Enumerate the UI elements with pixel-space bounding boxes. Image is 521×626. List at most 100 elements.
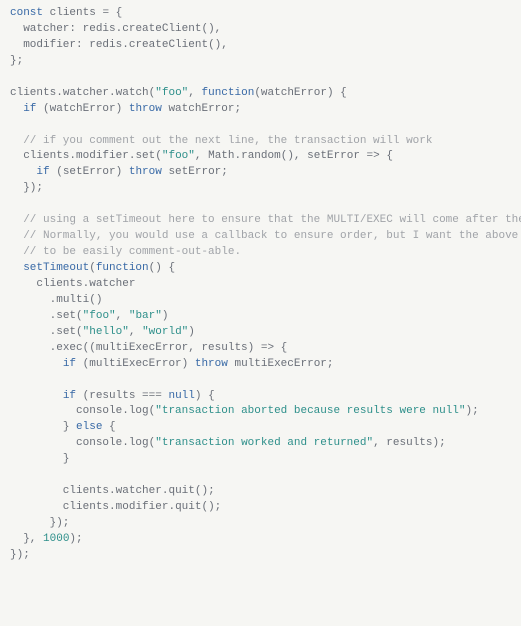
code-token: watcher <box>63 87 109 99</box>
code-token: // if you comment out the next line, the… <box>23 135 432 147</box>
code-token: console <box>10 405 122 417</box>
code-token: throw <box>195 358 228 370</box>
code-token: clients <box>10 150 69 162</box>
code-token <box>10 326 50 338</box>
code-token: clients <box>10 87 56 99</box>
code-token: }); <box>23 182 43 194</box>
code-token <box>10 214 23 226</box>
code-token: results <box>89 390 142 402</box>
code-token <box>10 103 23 115</box>
code-token: Math <box>208 150 234 162</box>
code-token <box>10 246 23 258</box>
code-token: ; <box>234 103 241 115</box>
code-token: ); <box>69 533 82 545</box>
code-token: createClient <box>122 23 201 35</box>
code-token: null <box>168 390 194 402</box>
code-token: setError <box>307 150 360 162</box>
code-token: clients <box>10 485 109 497</box>
code-token: "transaction worked and returned" <box>155 437 373 449</box>
code-token: , <box>373 437 386 449</box>
code-token: const <box>10 7 43 19</box>
code-token: watchError <box>50 103 116 115</box>
code-token: . <box>109 501 116 513</box>
code-token: ; <box>221 166 228 178</box>
code-token: "foo" <box>162 150 195 162</box>
code-token: if <box>63 358 76 370</box>
code-token: watcher <box>116 485 162 497</box>
code-token: log <box>129 405 149 417</box>
code-token: ) { <box>327 87 347 99</box>
code-token <box>76 358 83 370</box>
code-token <box>10 358 63 370</box>
code-token: ); <box>466 405 479 417</box>
code-token: }); <box>50 517 70 529</box>
code-token <box>10 262 23 274</box>
code-token: ) <box>116 166 129 178</box>
code-token: }; <box>10 55 23 67</box>
code-token: watchError <box>261 87 327 99</box>
code-token: ( <box>89 262 96 274</box>
code-token: , <box>188 87 201 99</box>
code-token: createClient <box>129 39 208 51</box>
code-token <box>10 310 50 322</box>
code-token: { <box>116 7 123 19</box>
code-token: if <box>23 103 36 115</box>
code-token: . <box>56 87 63 99</box>
code-token: ); <box>433 437 446 449</box>
code-token: multiExecError <box>228 358 327 370</box>
code-token: function <box>202 87 255 99</box>
code-token: , <box>129 326 142 338</box>
code-token: { <box>102 421 115 433</box>
code-token: "bar" <box>129 310 162 322</box>
code-token: ) <box>188 326 195 338</box>
code-token: (), <box>208 39 228 51</box>
code-token: () { <box>149 262 175 274</box>
code-token: === <box>142 390 162 402</box>
code-token: watchError <box>162 103 235 115</box>
code-token <box>10 182 23 194</box>
code-token: 1000 <box>43 533 69 545</box>
code-token: ) => { <box>248 342 288 354</box>
code-token: set <box>56 326 76 338</box>
code-token: log <box>129 437 149 449</box>
code-token: watcher <box>10 23 69 35</box>
code-token: ) <box>182 358 195 370</box>
code-token: random <box>241 150 281 162</box>
code-token: (), <box>201 23 221 35</box>
code-token: multiExecError <box>96 342 188 354</box>
code-token: else <box>76 421 102 433</box>
code-token: ( <box>56 166 63 178</box>
code-token: watcher <box>89 278 135 290</box>
code-token: } <box>63 421 76 433</box>
code-token <box>10 390 63 402</box>
code-token <box>10 421 63 433</box>
code-token: if <box>36 166 49 178</box>
code-token: , <box>195 150 208 162</box>
code-token: . <box>122 39 129 51</box>
code-token: quit <box>175 501 201 513</box>
code-token: results <box>201 342 247 354</box>
code-token: : <box>76 39 83 51</box>
code-token: results <box>386 437 432 449</box>
code-token: (), <box>281 150 307 162</box>
code-token <box>10 294 50 306</box>
code-token: ( <box>43 103 50 115</box>
code-token: . <box>122 437 129 449</box>
code-token: redis <box>76 23 116 35</box>
code-token: () <box>89 294 102 306</box>
code-token: // using a setTimeout here to ensure tha… <box>23 214 521 226</box>
code-token: "transaction aborted because results wer… <box>155 405 465 417</box>
code-token: ( <box>76 310 83 322</box>
code-token: multi <box>56 294 89 306</box>
code-token <box>10 135 23 147</box>
code-token: ( <box>254 87 261 99</box>
code-token: "foo" <box>83 310 116 322</box>
code-token: set <box>56 310 76 322</box>
code-token: ( <box>155 150 162 162</box>
code-token: function <box>96 262 149 274</box>
code-token: clients <box>10 501 109 513</box>
code-token: modifier <box>76 150 129 162</box>
code-token: quit <box>168 485 194 497</box>
code-token: } <box>63 453 70 465</box>
code-token <box>109 7 116 19</box>
